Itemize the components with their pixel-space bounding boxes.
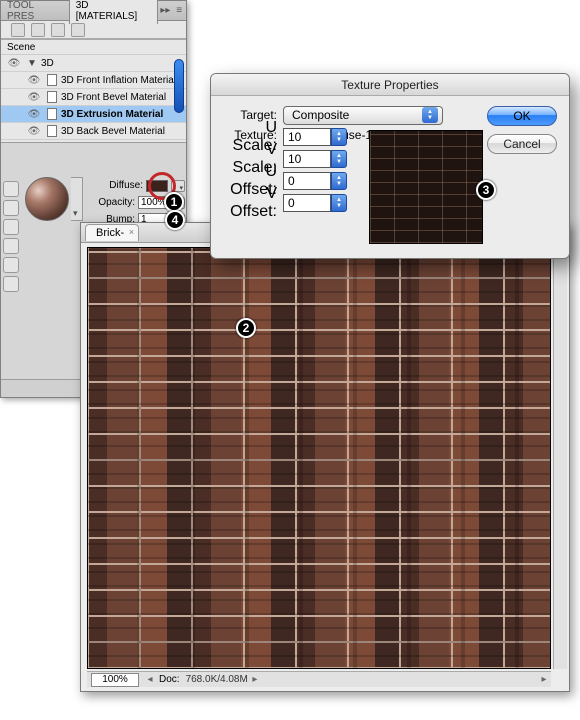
- scroll-right-icon[interactable]: ▸: [537, 674, 551, 685]
- material-preview-sphere[interactable]: [25, 177, 69, 221]
- vscale-field[interactable]: [283, 150, 331, 168]
- doc-info-menu-icon[interactable]: ▸: [248, 674, 262, 685]
- filter-material-icon[interactable]: [51, 23, 65, 37]
- scroll-left-icon[interactable]: ◂: [143, 674, 157, 685]
- tree-label: 3D Back Inflation Material: [61, 143, 175, 144]
- disclosure-triangle-icon[interactable]: ▼: [27, 58, 37, 69]
- tool-roll-icon[interactable]: [3, 219, 19, 235]
- doc-info: 768.0K/4.08M: [186, 674, 248, 685]
- callout-2: 2: [236, 318, 256, 338]
- dialog-titlebar[interactable]: Texture Properties: [211, 74, 569, 96]
- tool-home-icon[interactable]: [3, 181, 19, 197]
- target-value: Composite: [292, 108, 349, 122]
- tree-label: 3D Front Inflation Material: [61, 75, 176, 86]
- tool-scale-icon[interactable]: [3, 276, 19, 292]
- select-stepper-icon: ▲▼: [422, 107, 438, 123]
- uoffset-stepper[interactable]: ▲▼: [331, 172, 347, 190]
- filter-light-icon[interactable]: [71, 23, 85, 37]
- voffset-label: V Offset:: [221, 185, 277, 221]
- prop-label-opacity: Opacity:: [98, 197, 135, 208]
- material-icon: [47, 91, 57, 103]
- visibility-eye-icon[interactable]: 👁: [25, 126, 43, 137]
- scene-tree: Scene 👁 ▼ 3D 👁 3D Front Inflation Materi…: [1, 39, 186, 143]
- material-tool-column: [3, 181, 21, 292]
- doc-info-prefix: Doc:: [159, 674, 180, 685]
- tree-row[interactable]: 👁 3D Front Bevel Material: [1, 89, 186, 106]
- visibility-eye-icon[interactable]: 👁: [25, 143, 43, 144]
- collapse-icon[interactable]: ▸▸: [158, 5, 172, 16]
- visibility-eye-icon[interactable]: 👁: [25, 75, 43, 86]
- callout-4: 4: [165, 210, 185, 230]
- callout-1: 1: [164, 192, 184, 212]
- status-bar: ◂ Doc: 768.0K/4.08M ▸ ▸: [87, 671, 551, 687]
- material-icon: [47, 125, 57, 137]
- voffset-stepper[interactable]: ▲▼: [331, 194, 347, 212]
- document-window: Brick- × ◂ Doc: 768.0K/4.08M ▸ ▸: [80, 222, 570, 692]
- vertical-scrollbar[interactable]: [553, 247, 567, 669]
- tree-row[interactable]: 👁 3D Back Inflation Material: [1, 140, 186, 143]
- tree-label: 3D Back Bevel Material: [61, 126, 165, 137]
- tool-rotate-icon[interactable]: [3, 200, 19, 216]
- tree-label: 3D: [41, 58, 54, 69]
- zoom-field[interactable]: [91, 673, 139, 687]
- visibility-eye-icon[interactable]: 👁: [5, 58, 23, 69]
- document-tab-title: Brick-: [96, 227, 124, 239]
- tree-row[interactable]: 👁 3D Back Bevel Material: [1, 123, 186, 140]
- material-icon: [47, 74, 57, 86]
- tool-pan-icon[interactable]: [3, 238, 19, 254]
- document-canvas[interactable]: [87, 247, 551, 669]
- material-icon: [47, 108, 57, 120]
- panel-tabbar: TOOL PRES 3D [MATERIALS] ▸▸ ≡: [1, 1, 186, 21]
- scene-root-label: Scene: [1, 42, 35, 53]
- cancel-button[interactable]: Cancel: [487, 134, 557, 154]
- callout-3: 3: [476, 180, 496, 200]
- dialog-title: Texture Properties: [341, 78, 438, 92]
- ok-button[interactable]: OK: [487, 106, 557, 126]
- vscale-stepper[interactable]: ▲▼: [331, 150, 347, 168]
- uscale-stepper[interactable]: ▲▼: [331, 128, 347, 146]
- document-tab[interactable]: Brick- ×: [85, 224, 139, 241]
- visibility-eye-icon[interactable]: 👁: [25, 109, 43, 120]
- prop-label-diffuse: Diffuse:: [109, 180, 143, 191]
- material-icon: [47, 142, 57, 143]
- close-tab-icon[interactable]: ×: [129, 227, 134, 237]
- filter-scene-icon[interactable]: [11, 23, 25, 37]
- tree-label: 3D Extrusion Material: [61, 109, 163, 120]
- panel-menu-icon[interactable]: ≡: [172, 5, 186, 16]
- tab-3d-materials[interactable]: 3D [MATERIALS]: [69, 0, 159, 24]
- tree-row-root[interactable]: 👁 ▼ 3D: [1, 55, 186, 72]
- material-picker-arrow-icon[interactable]: [71, 177, 83, 221]
- tree-label: 3D Front Bevel Material: [61, 92, 166, 103]
- tree-scrollbar[interactable]: [174, 59, 184, 113]
- texture-preview: [369, 130, 483, 244]
- target-select[interactable]: Composite ▲▼: [283, 106, 443, 125]
- tree-row-selected[interactable]: 👁 3D Extrusion Material: [1, 106, 186, 123]
- voffset-field[interactable]: [283, 194, 331, 212]
- tool-slide-icon[interactable]: [3, 257, 19, 273]
- uoffset-field[interactable]: [283, 172, 331, 190]
- texture-properties-dialog: Texture Properties Target: Composite ▲▼ …: [210, 73, 570, 259]
- tree-row[interactable]: 👁 3D Front Inflation Material: [1, 72, 186, 89]
- tab-tool-presets[interactable]: TOOL PRES: [1, 0, 69, 24]
- filter-mesh-icon[interactable]: [31, 23, 45, 37]
- uscale-field[interactable]: [283, 128, 331, 146]
- visibility-eye-icon[interactable]: 👁: [25, 92, 43, 103]
